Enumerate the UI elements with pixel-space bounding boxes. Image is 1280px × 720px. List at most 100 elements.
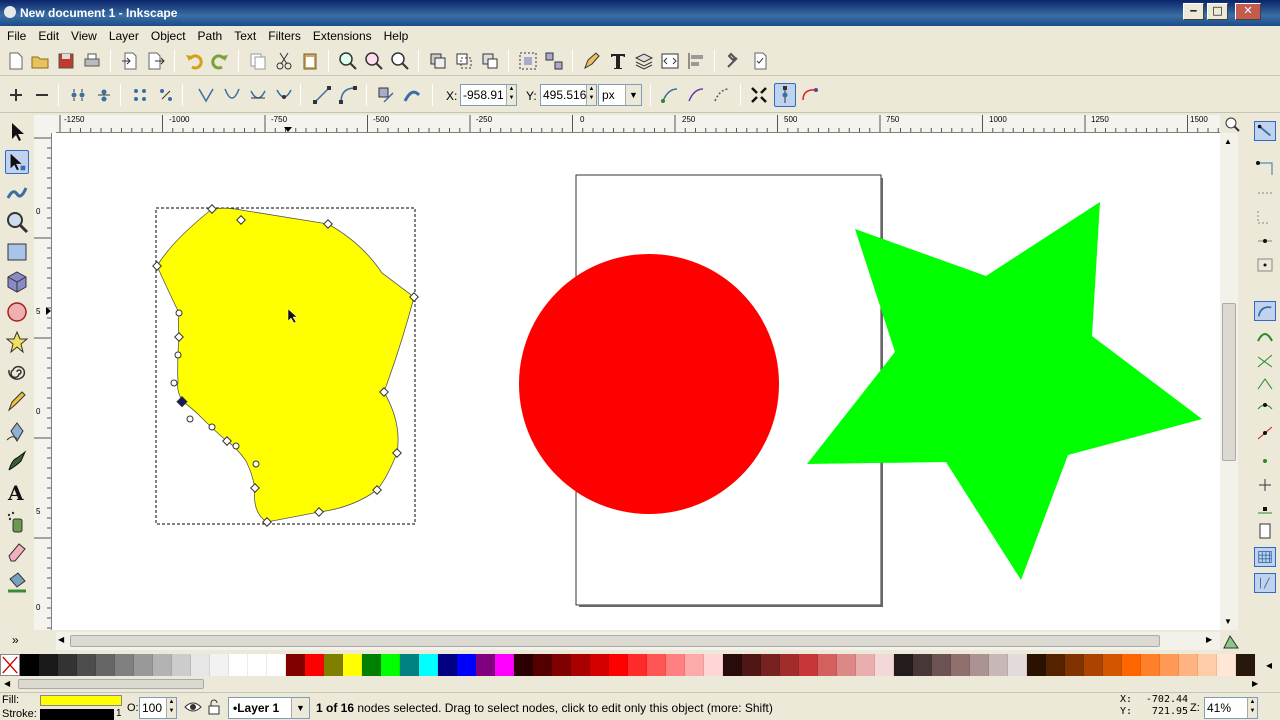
palette-swatch[interactable] bbox=[1160, 654, 1179, 676]
stroke-indicator[interactable] bbox=[40, 709, 114, 720]
palette-swatch[interactable] bbox=[305, 654, 324, 676]
vertical-scroll-thumb[interactable] bbox=[1222, 303, 1236, 461]
vertical-scrollbar[interactable]: ▲ ▼ bbox=[1220, 133, 1238, 630]
y-coordinate-field[interactable]: 495.516 ▲ ▼ bbox=[540, 84, 597, 106]
delete-node-icon[interactable] bbox=[32, 85, 52, 105]
palette-swatch[interactable] bbox=[1122, 654, 1141, 676]
palette-swatch[interactable] bbox=[419, 654, 438, 676]
show-clip-path-icon[interactable] bbox=[686, 85, 706, 105]
object-to-path-icon[interactable] bbox=[376, 85, 396, 105]
undo-icon[interactable] bbox=[184, 51, 204, 71]
new-document-icon[interactable] bbox=[6, 51, 26, 71]
palette-swatch[interactable] bbox=[1141, 654, 1160, 676]
palette-swatch[interactable] bbox=[837, 654, 856, 676]
zoom-drawing-icon[interactable] bbox=[364, 51, 384, 71]
palette-swatch[interactable] bbox=[153, 654, 172, 676]
stroke-width-value[interactable]: 1 bbox=[116, 708, 122, 719]
join-segment-icon[interactable] bbox=[130, 85, 150, 105]
3d-box-tool-icon[interactable] bbox=[5, 270, 29, 294]
palette-swatch[interactable] bbox=[875, 654, 894, 676]
duplicate-icon[interactable] bbox=[428, 51, 448, 71]
fill-stroke-icon[interactable] bbox=[582, 51, 602, 71]
palette-swatch[interactable] bbox=[324, 654, 343, 676]
palette-swatch[interactable] bbox=[115, 654, 134, 676]
unlink-clone-icon[interactable] bbox=[480, 51, 500, 71]
cut-icon[interactable] bbox=[274, 51, 294, 71]
node-tool-icon[interactable] bbox=[5, 150, 29, 174]
paste-icon[interactable] bbox=[300, 51, 320, 71]
palette-menu[interactable]: ◂ bbox=[1262, 654, 1280, 676]
segment-line-icon[interactable] bbox=[312, 85, 332, 105]
chevron-down-icon[interactable]: ▼ bbox=[625, 85, 641, 105]
menu-layer[interactable]: Layer bbox=[102, 26, 144, 43]
node-handle[interactable] bbox=[170, 379, 178, 387]
drawing-canvas[interactable] bbox=[52, 133, 1220, 630]
import-icon[interactable] bbox=[120, 51, 140, 71]
selector-tool-icon[interactable] bbox=[5, 120, 29, 144]
palette-swatch[interactable] bbox=[970, 654, 989, 676]
snap-bbox-icon[interactable] bbox=[1254, 159, 1276, 179]
node-handle[interactable] bbox=[186, 415, 194, 423]
opacity-field[interactable]: 100 ▲ ▼ bbox=[139, 697, 177, 719]
palette-swatch[interactable] bbox=[229, 654, 248, 676]
copy-icon[interactable] bbox=[248, 51, 268, 71]
snap-cusp-nodes-icon[interactable] bbox=[1254, 375, 1276, 395]
maximize-button[interactable]: □ bbox=[1207, 3, 1228, 20]
palette-scroll-left-icon[interactable]: ◀ bbox=[4, 679, 10, 688]
tweak-tool-icon[interactable] bbox=[5, 180, 29, 204]
stroke-to-path-icon[interactable] bbox=[402, 85, 422, 105]
palette-swatch[interactable] bbox=[457, 654, 476, 676]
menu-path[interactable]: Path bbox=[191, 26, 228, 43]
horizontal-scrollbar[interactable]: ◀ ▶ bbox=[56, 632, 1220, 650]
palette-swatch[interactable] bbox=[1046, 654, 1065, 676]
palette-swatch[interactable] bbox=[77, 654, 96, 676]
snap-bbox-corner-icon[interactable] bbox=[1254, 207, 1276, 227]
text-tool-icon[interactable]: A bbox=[5, 480, 29, 504]
palette-swatch[interactable] bbox=[704, 654, 723, 676]
palette-swatch[interactable] bbox=[286, 654, 305, 676]
palette-swatch[interactable] bbox=[1217, 654, 1236, 676]
no-paint-icon[interactable] bbox=[0, 654, 20, 676]
scroll-left-icon[interactable]: ◀ bbox=[58, 635, 64, 644]
calligraphy-tool-icon[interactable] bbox=[5, 450, 29, 474]
palette-swatch[interactable] bbox=[1027, 654, 1046, 676]
star-tool-icon[interactable] bbox=[5, 330, 29, 354]
snap-text-baseline-icon[interactable] bbox=[1254, 499, 1276, 519]
more-tools-chevron-icon[interactable]: » bbox=[12, 633, 19, 647]
palette-swatch[interactable] bbox=[1236, 654, 1255, 676]
open-folder-icon[interactable] bbox=[30, 51, 50, 71]
snap-rotation-centers-icon[interactable] bbox=[1254, 475, 1276, 495]
color-managed-view-icon[interactable] bbox=[1222, 634, 1240, 650]
snap-bbox-edge-icon[interactable] bbox=[1254, 183, 1276, 203]
paint-bucket-tool-icon[interactable] bbox=[5, 570, 29, 594]
palette-swatch[interactable] bbox=[533, 654, 552, 676]
ungroup-icon[interactable] bbox=[544, 51, 564, 71]
pen-tool-icon[interactable] bbox=[5, 420, 29, 444]
palette-swatch[interactable] bbox=[552, 654, 571, 676]
menu-extensions[interactable]: Extensions bbox=[306, 26, 377, 43]
palette-swatch[interactable] bbox=[400, 654, 419, 676]
palette-swatch[interactable] bbox=[761, 654, 780, 676]
preferences-icon[interactable] bbox=[724, 51, 744, 71]
scroll-up-icon[interactable]: ▲ bbox=[1224, 137, 1232, 146]
show-mask-icon[interactable] bbox=[712, 85, 732, 105]
palette-swatch[interactable] bbox=[267, 654, 286, 676]
segment-curve-icon[interactable] bbox=[338, 85, 358, 105]
text-font-icon[interactable] bbox=[608, 51, 628, 71]
spiral-tool-icon[interactable] bbox=[5, 360, 29, 384]
ellipse-tool-icon[interactable] bbox=[5, 300, 29, 324]
snap-page-border-icon[interactable] bbox=[1254, 521, 1276, 541]
palette-swatch[interactable] bbox=[590, 654, 609, 676]
palette-swatch[interactable] bbox=[989, 654, 1008, 676]
palette-swatch[interactable] bbox=[58, 654, 77, 676]
palette-swatch[interactable] bbox=[628, 654, 647, 676]
palette-swatch[interactable] bbox=[1008, 654, 1027, 676]
palette-swatch[interactable] bbox=[780, 654, 799, 676]
redo-icon[interactable] bbox=[210, 51, 230, 71]
align-distribute-icon[interactable] bbox=[686, 51, 706, 71]
palette-swatch[interactable] bbox=[1198, 654, 1217, 676]
snap-nodes-icon[interactable] bbox=[1254, 301, 1276, 321]
export-icon[interactable] bbox=[146, 51, 166, 71]
menu-view[interactable]: View bbox=[64, 26, 102, 43]
snap-path-intersection-icon[interactable] bbox=[1254, 351, 1276, 371]
